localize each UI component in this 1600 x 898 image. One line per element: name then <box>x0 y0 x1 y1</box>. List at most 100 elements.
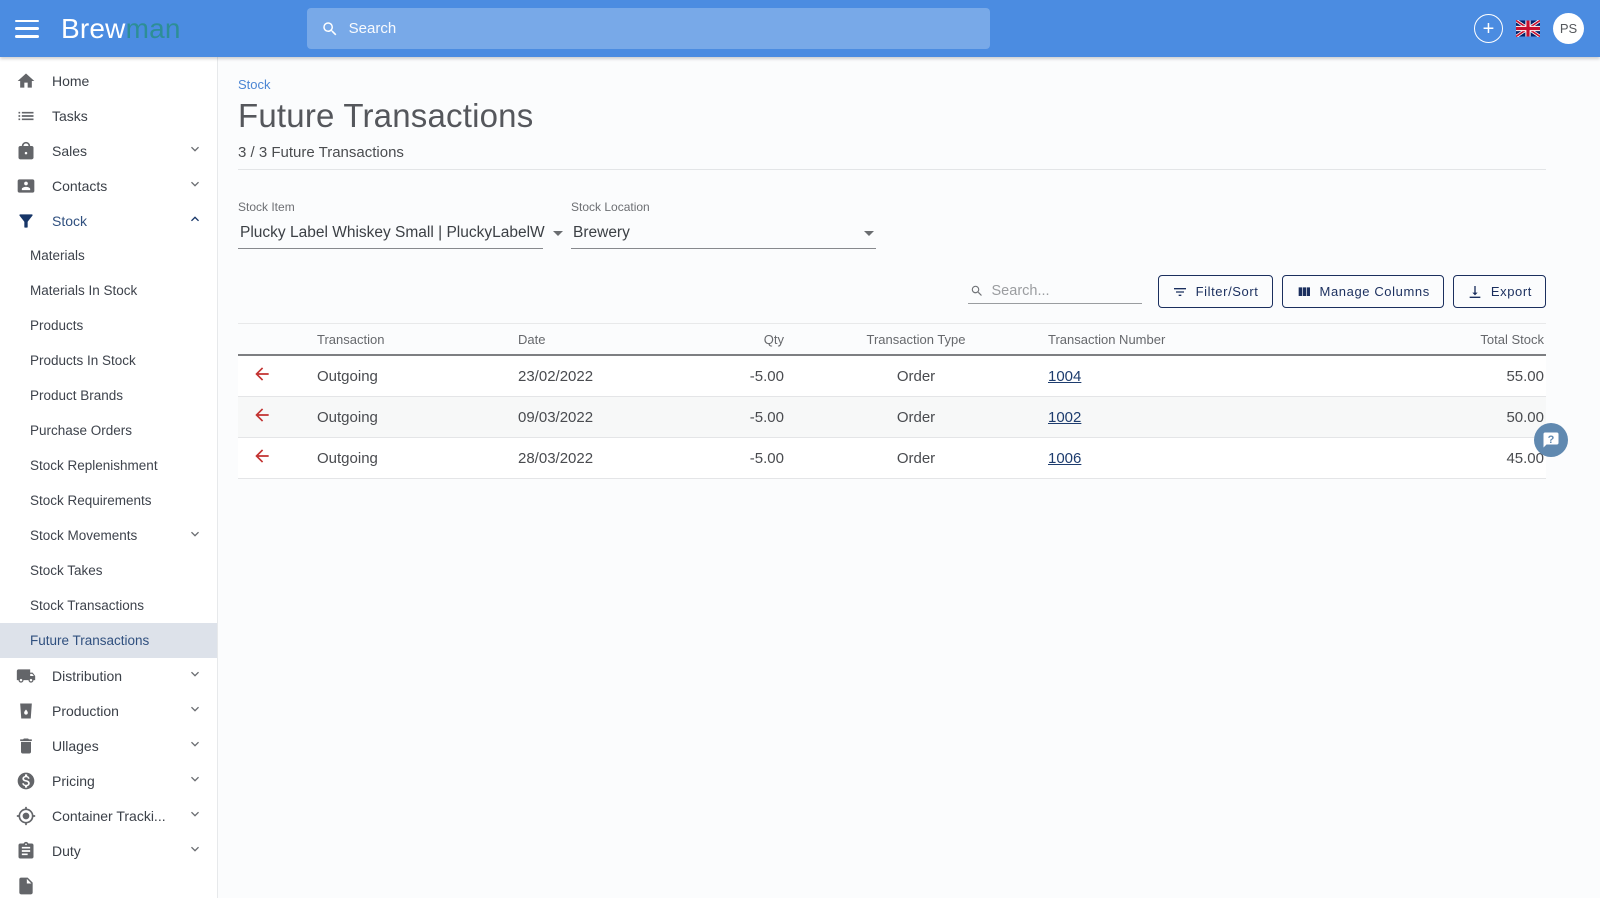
type-cell: Order <box>786 396 1046 438</box>
chevron-down-icon <box>187 841 203 860</box>
add-icon[interactable]: + <box>1474 14 1503 43</box>
sidebar-item-label: Product Brands <box>30 388 124 403</box>
sidebar-item-partial[interactable] <box>0 868 217 898</box>
dropdown-arrow-icon <box>864 230 874 236</box>
sidebar-item-products-in-stock[interactable]: Products In Stock <box>0 343 217 378</box>
sidebar-item-label: Distribution <box>52 667 123 684</box>
sidebar-item-label: Ullages <box>52 737 99 754</box>
table-search-input[interactable] <box>991 283 1140 299</box>
stock-location-select[interactable]: Stock Location Brewery <box>571 200 876 249</box>
sidebar-item-production[interactable]: Production <box>0 693 217 728</box>
manage-columns-button[interactable]: Manage Columns <box>1281 275 1444 308</box>
transaction-number-cell: 1004 <box>1046 355 1306 397</box>
sidebar-item-sales[interactable]: Sales <box>0 133 217 168</box>
sidebar-item-label: Products <box>30 318 84 333</box>
columns-icon <box>1298 286 1310 296</box>
stock-location-label: Stock Location <box>571 200 650 214</box>
stock-item-select[interactable]: Stock Item Plucky Label Whiskey Small | … <box>238 200 563 249</box>
transaction-number-link[interactable]: 1006 <box>1048 450 1081 467</box>
column-header-qty[interactable]: Qty <box>656 323 786 356</box>
sidebar-item-label: Tasks <box>52 107 88 124</box>
sidebar-item-materials-in-stock[interactable]: Materials In Stock <box>0 273 217 308</box>
sidebar-item-label: Stock Replenishment <box>30 458 158 473</box>
sidebar-item-materials[interactable]: Materials <box>0 238 217 273</box>
sidebar-item-label: Pricing <box>52 772 95 789</box>
sidebar-item-label: Container Tracki... <box>52 807 166 824</box>
sidebar-item-pricing[interactable]: Pricing <box>0 763 217 798</box>
outgoing-arrow-icon[interactable] <box>252 408 272 429</box>
type-cell: Order <box>786 437 1046 479</box>
column-header-total-stock[interactable]: Total Stock <box>1306 323 1546 356</box>
sidebar-item-contacts[interactable]: Contacts <box>0 168 217 203</box>
sidebar-item-stock-transactions[interactable]: Stock Transactions <box>0 588 217 623</box>
sidebar-item-duty[interactable]: Duty <box>0 833 217 868</box>
home-icon <box>16 71 36 91</box>
sidebar-item-home[interactable]: Home <box>0 63 217 98</box>
table-search[interactable] <box>967 279 1142 304</box>
sidebar-item-label: Duty <box>52 842 81 859</box>
column-header-transaction-type[interactable]: Transaction Type <box>786 323 1046 356</box>
sidebar-item-product-brands[interactable]: Product Brands <box>0 378 217 413</box>
breadcrumb[interactable]: Stock <box>238 57 271 92</box>
global-search-input[interactable] <box>348 20 976 37</box>
column-header-date[interactable]: Date <box>516 323 656 356</box>
sidebar-item-stock-requirements[interactable]: Stock Requirements <box>0 483 217 518</box>
total-stock-cell: 55.00 <box>1306 355 1546 397</box>
logo-man: man <box>125 12 181 44</box>
outgoing-arrow-icon[interactable] <box>252 367 272 388</box>
manage-columns-label: Manage Columns <box>1319 284 1430 299</box>
date-cell: 09/03/2022 <box>516 396 656 438</box>
date-cell: 28/03/2022 <box>516 437 656 479</box>
chevron-down-icon <box>187 526 203 545</box>
sidebar-item-purchase-orders[interactable]: Purchase Orders <box>0 413 217 448</box>
sidebar-item-stock-replenishment[interactable]: Stock Replenishment <box>0 448 217 483</box>
chevron-down-icon <box>187 771 203 790</box>
chevron-down-icon <box>187 736 203 755</box>
sidebar-item-future-transactions[interactable]: Future Transactions <box>0 623 217 658</box>
table-row: Outgoing 09/03/2022 -5.00 Order 1002 50.00 <box>238 396 1546 438</box>
export-button[interactable]: Export <box>1452 275 1546 308</box>
sidebar-item-label: Stock Requirements <box>30 493 152 508</box>
filter-sort-button[interactable]: Filter/Sort <box>1157 275 1273 308</box>
help-button[interactable]: ? <box>1534 423 1568 457</box>
logo-brew: Brew <box>61 12 126 44</box>
sidebar-item-label: Materials In Stock <box>30 283 138 298</box>
duty-icon <box>16 841 36 861</box>
global-search[interactable] <box>306 8 990 49</box>
tasks-icon <box>16 106 36 126</box>
sidebar-item-products[interactable]: Products <box>0 308 217 343</box>
qty-cell: -5.00 <box>656 355 786 397</box>
sidebar-item-ullages[interactable]: Ullages <box>0 728 217 763</box>
production-icon <box>16 701 36 721</box>
table-header-row: Transaction Date Qty Transaction Type Transa… <box>238 323 1546 356</box>
uk-flag-icon[interactable] <box>1516 20 1540 37</box>
sidebar-item-tasks[interactable]: Tasks <box>0 98 217 133</box>
ullages-icon <box>16 736 36 756</box>
column-header-icon <box>238 323 315 356</box>
stock-location-value: Brewery <box>573 224 630 241</box>
type-cell: Order <box>786 355 1046 397</box>
sidebar-item-stock[interactable]: Stock <box>0 203 217 238</box>
transaction-cell: Outgoing <box>315 396 516 438</box>
total-stock-cell: 45.00 <box>1306 437 1546 479</box>
column-header-transaction[interactable]: Transaction <box>315 323 516 356</box>
sidebar-item-label: Products In Stock <box>30 353 136 368</box>
sidebar-item-label: Contacts <box>52 177 108 194</box>
sidebar-item-stock-takes[interactable]: Stock Takes <box>0 553 217 588</box>
contacts-icon <box>16 176 36 196</box>
dropdown-arrow-icon <box>552 230 563 236</box>
sidebar-item-container-tracki[interactable]: Container Tracki... <box>0 798 217 833</box>
transaction-number-link[interactable]: 1002 <box>1048 409 1081 426</box>
chevron-down-icon <box>187 806 203 825</box>
transaction-number-link[interactable]: 1004 <box>1048 368 1081 385</box>
avatar[interactable]: PS <box>1553 13 1584 44</box>
transactions-table: Transaction Date Qty Transaction Type Transa… <box>238 323 1546 479</box>
menu-icon[interactable] <box>15 19 39 38</box>
table-row: Outgoing 23/02/2022 -5.00 Order 1004 55.00 <box>238 355 1546 397</box>
app-logo[interactable]: Brewman <box>61 13 181 45</box>
sidebar-item-stock-movements[interactable]: Stock Movements <box>0 518 217 553</box>
sidebar-item-distribution[interactable]: Distribution <box>0 658 217 693</box>
outgoing-arrow-icon[interactable] <box>252 449 272 470</box>
column-header-transaction-number[interactable]: Transaction Number <box>1046 323 1306 356</box>
stock-icon <box>16 211 36 231</box>
